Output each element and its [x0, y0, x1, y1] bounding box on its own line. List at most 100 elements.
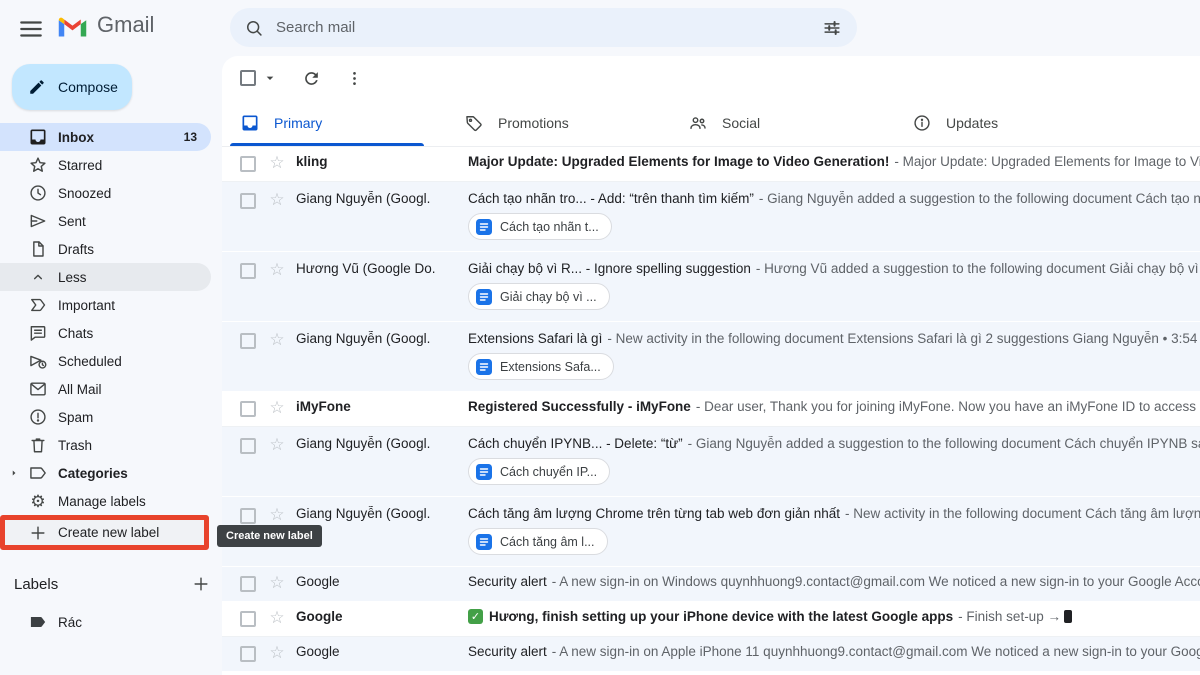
chevron-up-icon: [28, 267, 48, 287]
star-icon[interactable]: ☆: [268, 261, 286, 279]
search-options-tune-icon[interactable]: [821, 17, 843, 39]
star-icon[interactable]: ☆: [268, 506, 286, 524]
select-dropdown-caret-icon[interactable]: [262, 70, 278, 86]
sidebar-item-inbox[interactable]: Inbox13: [0, 123, 211, 151]
important-icon: [28, 295, 48, 315]
sidebar-item-drafts[interactable]: Drafts: [0, 235, 211, 263]
attachment-chip[interactable]: Cách chuyển IP...: [468, 458, 610, 485]
google-docs-icon: [476, 464, 492, 480]
sidebar-item-chats[interactable]: Chats: [0, 319, 211, 347]
mail-sender: Giang Nguyễn (Googl.: [296, 436, 452, 451]
hamburger-menu-icon[interactable]: [18, 16, 44, 40]
mail-row[interactable]: ☆ kling Major Update: Upgraded Elements fo…: [222, 147, 1200, 182]
mail-row[interactable]: ☆Google✓Hương, finish setting up your iP…: [222, 602, 1200, 637]
mail-row[interactable]: ☆GoogleSecurity alert- A new sign-in on …: [222, 637, 1200, 672]
mail-checkbox[interactable]: [240, 576, 256, 592]
star-icon[interactable]: ☆: [268, 399, 286, 417]
sidebar-nav: Inbox13StarredSnoozedSentDraftsLessImpor…: [0, 123, 222, 550]
tab-primary[interactable]: Primary: [222, 100, 446, 146]
tab-label: Social: [722, 115, 760, 131]
mail-content: Registered Successfully - iMyFone- Dear …: [468, 399, 1200, 414]
mail-row[interactable]: ☆iMyFoneRegistered Successfully - iMyFon…: [222, 392, 1200, 427]
mail-checkbox[interactable]: [240, 156, 256, 172]
sidebar-item-create-new-label[interactable]: Create new label: [0, 515, 209, 550]
mail-row[interactable]: ☆GoogleSecurity alert- A new sign-in on …: [222, 567, 1200, 602]
expand-arrow-icon[interactable]: [9, 468, 19, 478]
gmail-wordmark: Gmail: [97, 12, 154, 38]
tab-inbox-icon: [240, 113, 260, 133]
mail-row[interactable]: ☆Giang Nguyễn (Googl.Cách tạo nhãn tro..…: [222, 182, 1200, 252]
mail-subject: Cách tăng âm lượng Chrome trên từng tab …: [468, 506, 840, 521]
star-icon[interactable]: ☆: [268, 644, 286, 662]
mail-checkbox[interactable]: [240, 401, 256, 417]
mail-subject: Major Update: Upgraded Elements for Imag…: [468, 154, 889, 169]
mail-row[interactable]: ☆Hương Vũ (Google Do.Giải chạy bộ vì R..…: [222, 252, 1200, 322]
mail-checkbox[interactable]: [240, 611, 256, 627]
mail-checkbox[interactable]: [240, 508, 256, 524]
spam-icon: [28, 407, 48, 427]
mail-row[interactable]: ☆Giang Nguyễn (Googl.Cách tăng âm lượng …: [222, 497, 1200, 567]
attachment-chip[interactable]: Extensions Safa...: [468, 353, 614, 380]
sidebar-item-sent[interactable]: Sent: [0, 207, 211, 235]
tab-updates[interactable]: Updates: [894, 100, 1118, 146]
mail-snippet: - A new sign-in on Windows quynhhuong9.c…: [552, 574, 1200, 589]
tab-promotions[interactable]: Promotions: [446, 100, 670, 146]
star-icon[interactable]: ☆: [268, 609, 286, 627]
mail-row[interactable]: ☆Giang Nguyễn (Googl.Extensions Safari l…: [222, 322, 1200, 392]
compose-button[interactable]: Compose: [12, 64, 132, 110]
star-icon[interactable]: ☆: [268, 191, 286, 209]
tab-people-icon: [688, 113, 708, 133]
mail-snippet: - Giang Nguyễn added a suggestion to the…: [759, 191, 1200, 206]
sidebar-item-manage-labels[interactable]: ⚙Manage labels: [0, 487, 211, 515]
sidebar-item-trash[interactable]: Trash: [0, 431, 211, 459]
mail-snippet: - Hương Vũ added a suggestion to the fol…: [756, 261, 1200, 276]
sidebar-item-scheduled[interactable]: Scheduled: [0, 347, 211, 375]
mail-sender: kling: [296, 154, 452, 169]
sidebar-item-snoozed[interactable]: Snoozed: [0, 179, 211, 207]
more-options-icon[interactable]: [345, 69, 364, 88]
mail-subject: Security alert: [468, 644, 547, 659]
compose-label: Compose: [58, 79, 118, 95]
search-bar[interactable]: [230, 8, 857, 47]
star-icon[interactable]: ☆: [268, 331, 286, 349]
mail-checkbox[interactable]: [240, 193, 256, 209]
send-icon: [28, 211, 48, 231]
create-label-plus-icon[interactable]: [191, 574, 211, 594]
mail-checkbox[interactable]: [240, 438, 256, 454]
star-icon[interactable]: ☆: [268, 436, 286, 454]
mail-checkbox[interactable]: [240, 333, 256, 349]
mail-subject: Extensions Safari là gì: [468, 331, 602, 346]
star-icon[interactable]: ☆: [268, 154, 286, 172]
star-icon[interactable]: ☆: [268, 574, 286, 592]
sidebar-item-categories[interactable]: Categories: [0, 459, 211, 487]
gmail-logo[interactable]: Gmail: [56, 12, 154, 38]
attachment-chip[interactable]: Giải chạy bộ vì ...: [468, 283, 610, 310]
chat-icon: [28, 323, 48, 343]
phone-icon: [1064, 610, 1072, 623]
attachment-chip-label: Cách chuyển IP...: [500, 465, 597, 479]
sidebar-item-important[interactable]: Important: [0, 291, 211, 319]
attachment-chip-label: Extensions Safa...: [500, 360, 601, 374]
mail-content: Giải chạy bộ vì R... - Ignore spelling s…: [468, 261, 1200, 310]
refresh-icon[interactable]: [302, 69, 321, 88]
mail-checkbox[interactable]: [240, 263, 256, 279]
select-all-checkbox[interactable]: [240, 70, 256, 86]
sidebar-label-rác[interactable]: Rác: [0, 608, 211, 636]
mail-sender: Google: [296, 644, 452, 659]
mail-checkbox[interactable]: [240, 646, 256, 662]
sidebar-item-spam[interactable]: Spam: [0, 403, 211, 431]
sidebar-item-all-mail[interactable]: All Mail: [0, 375, 211, 403]
attachment-chip[interactable]: Cách tạo nhãn t...: [468, 213, 612, 240]
tab-info-icon: [912, 113, 932, 133]
mail-snippet: - New activity in the following document…: [845, 506, 1200, 521]
tab-social[interactable]: Social: [670, 100, 894, 146]
attachment-chip[interactable]: Cách tăng âm l...: [468, 528, 608, 555]
tab-tag-icon: [464, 113, 484, 133]
sidebar-item-starred[interactable]: Starred: [0, 151, 211, 179]
attachment-chip-label: Cách tạo nhãn t...: [500, 220, 599, 234]
mail-row[interactable]: ☆ Giang Nguyễn (Googl. Cách chuyển IPYNB..…: [222, 427, 1200, 497]
trash-icon: [28, 435, 48, 455]
sidebar-item-less[interactable]: Less: [0, 263, 211, 291]
mail-content: Cách chuyển IPYNB... - Delete: “từ”- Gia…: [468, 436, 1200, 485]
search-input[interactable]: [264, 19, 821, 36]
